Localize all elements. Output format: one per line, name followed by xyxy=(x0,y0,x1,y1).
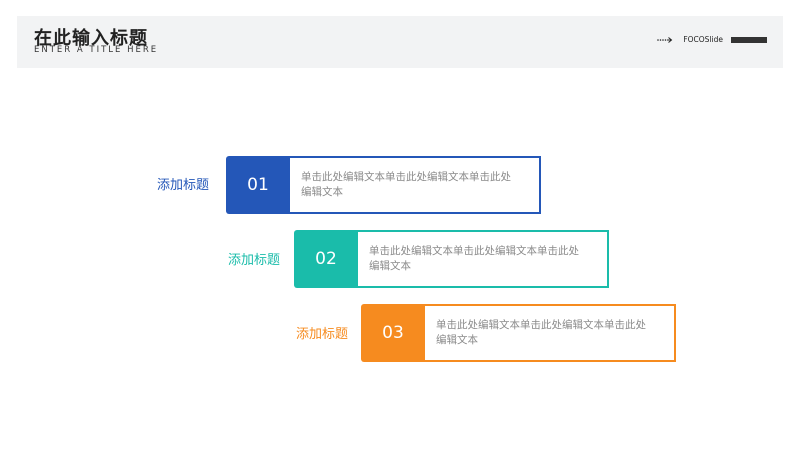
item-row-1: 01 单击此处编辑文本单击此处编辑文本单击此处编辑文本 xyxy=(226,156,541,214)
item-heading-1: 添加标题 xyxy=(157,178,210,193)
dotted-arrow-icon xyxy=(657,36,673,44)
header-bar: 在此输入标题 ENTER A TITLE HERE FOCOSlide xyxy=(17,16,783,68)
item-text-3: 单击此处编辑文本单击此处编辑文本单击此处编辑文本 xyxy=(436,319,646,346)
item-row-2: 02 单击此处编辑文本单击此处编辑文本单击此处编辑文本 xyxy=(294,230,609,288)
item-row-3: 03 单击此处编辑文本单击此处编辑文本单击此处编辑文本 xyxy=(361,304,676,362)
item-text-box-1: 单击此处编辑文本单击此处编辑文本单击此处编辑文本 xyxy=(290,156,541,214)
item-number-3: 03 xyxy=(361,304,425,362)
item-heading-3: 添加标题 xyxy=(296,327,349,342)
item-heading-2: 添加标题 xyxy=(228,253,281,268)
item-number-2: 02 xyxy=(294,230,358,288)
item-number-1: 01 xyxy=(226,156,290,214)
item-text-2: 单击此处编辑文本单击此处编辑文本单击此处编辑文本 xyxy=(369,245,579,272)
brand-name: FOCOSlide xyxy=(683,35,723,44)
item-text-box-2: 单击此处编辑文本单击此处编辑文本单击此处编辑文本 xyxy=(358,230,609,288)
item-text-box-3: 单击此处编辑文本单击此处编辑文本单击此处编辑文本 xyxy=(425,304,676,362)
item-text-1: 单击此处编辑文本单击此处编辑文本单击此处编辑文本 xyxy=(301,171,511,198)
brand-area: FOCOSlide xyxy=(657,35,767,44)
brand-bar xyxy=(731,36,767,43)
page-subtitle: ENTER A TITLE HERE xyxy=(34,45,159,55)
